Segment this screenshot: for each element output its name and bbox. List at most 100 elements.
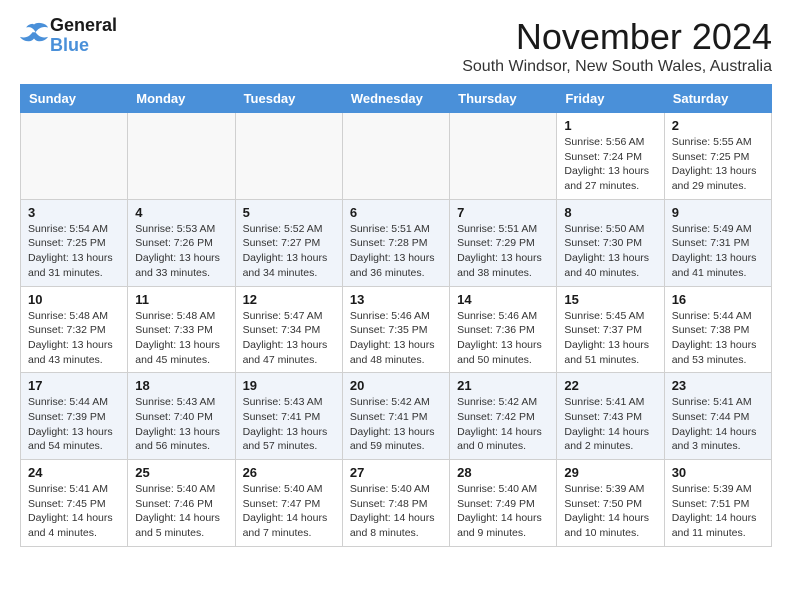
day-number: 12 xyxy=(243,292,335,307)
calendar-cell: 6 Sunrise: 5:51 AM Sunset: 7:28 PM Daylig… xyxy=(342,199,449,286)
day-info: Sunrise: 5:43 AM Sunset: 7:41 PM Dayligh… xyxy=(243,395,335,454)
month-title: November 2024 xyxy=(462,16,772,58)
calendar-cell: 3 Sunrise: 5:54 AM Sunset: 7:25 PM Daylig… xyxy=(21,199,128,286)
calendar-week-1: 1Sunrise: 5:56 AM Sunset: 7:24 PM Daylig… xyxy=(21,113,772,200)
calendar-cell: 19 Sunrise: 5:43 AM Sunset: 7:41 PM Dayli… xyxy=(235,373,342,460)
calendar-cell xyxy=(342,113,449,200)
weekday-header-monday: Monday xyxy=(128,85,235,113)
calendar-cell: 15 Sunrise: 5:45 AM Sunset: 7:37 PM Dayli… xyxy=(557,286,664,373)
day-info: Sunrise: 5:45 AM Sunset: 7:37 PM Dayligh… xyxy=(564,309,656,368)
day-info: Sunrise: 5:47 AM Sunset: 7:34 PM Dayligh… xyxy=(243,309,335,368)
day-info: Sunrise: 5:44 AM Sunset: 7:39 PM Dayligh… xyxy=(28,395,120,454)
calendar-cell: 5 Sunrise: 5:52 AM Sunset: 7:27 PM Daylig… xyxy=(235,199,342,286)
weekday-header-sunday: Sunday xyxy=(21,85,128,113)
day-number: 11 xyxy=(135,292,227,307)
calendar-week-4: 17Sunrise: 5:44 AM Sunset: 7:39 PM Dayli… xyxy=(21,373,772,460)
day-number: 19 xyxy=(243,378,335,393)
calendar-week-5: 24Sunrise: 5:41 AM Sunset: 7:45 PM Dayli… xyxy=(21,460,772,547)
calendar-cell xyxy=(450,113,557,200)
day-info: Sunrise: 5:51 AM Sunset: 7:29 PM Dayligh… xyxy=(457,222,549,281)
calendar-cell: 7 Sunrise: 5:51 AM Sunset: 7:29 PM Daylig… xyxy=(450,199,557,286)
calendar-cell: 28 Sunrise: 5:40 AM Sunset: 7:49 PM Dayli… xyxy=(450,460,557,547)
logo-blue: Blue xyxy=(50,36,117,56)
calendar-cell: 14 Sunrise: 5:46 AM Sunset: 7:36 PM Dayli… xyxy=(450,286,557,373)
day-number: 22 xyxy=(564,378,656,393)
day-number: 18 xyxy=(135,378,227,393)
day-number: 14 xyxy=(457,292,549,307)
day-number: 4 xyxy=(135,205,227,220)
day-number: 5 xyxy=(243,205,335,220)
day-number: 6 xyxy=(350,205,442,220)
calendar-week-3: 10 Sunrise: 5:48 AM Sunset: 7:32 PM Dayli… xyxy=(21,286,772,373)
calendar-cell xyxy=(128,113,235,200)
day-info: Sunrise: 5:41 AM Sunset: 7:44 PM Dayligh… xyxy=(672,395,764,454)
day-number: 7 xyxy=(457,205,549,220)
weekday-header-friday: Friday xyxy=(557,85,664,113)
calendar-cell xyxy=(235,113,342,200)
day-info: Sunrise: 5:46 AM Sunset: 7:36 PM Dayligh… xyxy=(457,309,549,368)
day-info: Sunrise: 5:50 AM Sunset: 7:30 PM Dayligh… xyxy=(564,222,656,281)
calendar-cell: 4Sunrise: 5:53 AM Sunset: 7:26 PM Daylig… xyxy=(128,199,235,286)
calendar-cell: 30Sunrise: 5:39 AM Sunset: 7:51 PM Dayli… xyxy=(664,460,771,547)
day-info: Sunrise: 5:49 AM Sunset: 7:31 PM Dayligh… xyxy=(672,222,764,281)
calendar-cell: 2Sunrise: 5:55 AM Sunset: 7:25 PM Daylig… xyxy=(664,113,771,200)
day-number: 10 xyxy=(28,292,120,307)
calendar-cell: 24Sunrise: 5:41 AM Sunset: 7:45 PM Dayli… xyxy=(21,460,128,547)
day-info: Sunrise: 5:46 AM Sunset: 7:35 PM Dayligh… xyxy=(350,309,442,368)
day-info: Sunrise: 5:39 AM Sunset: 7:50 PM Dayligh… xyxy=(564,482,656,541)
calendar-cell: 20Sunrise: 5:42 AM Sunset: 7:41 PM Dayli… xyxy=(342,373,449,460)
day-info: Sunrise: 5:52 AM Sunset: 7:27 PM Dayligh… xyxy=(243,222,335,281)
weekday-header-saturday: Saturday xyxy=(664,85,771,113)
day-number: 27 xyxy=(350,465,442,480)
day-number: 30 xyxy=(672,465,764,480)
day-number: 16 xyxy=(672,292,764,307)
calendar-cell: 9 Sunrise: 5:49 AM Sunset: 7:31 PM Daylig… xyxy=(664,199,771,286)
day-info: Sunrise: 5:41 AM Sunset: 7:43 PM Dayligh… xyxy=(564,395,656,454)
day-number: 26 xyxy=(243,465,335,480)
day-number: 23 xyxy=(672,378,764,393)
day-number: 3 xyxy=(28,205,120,220)
day-number: 20 xyxy=(350,378,442,393)
day-number: 1 xyxy=(564,118,656,133)
day-number: 8 xyxy=(564,205,656,220)
day-info: Sunrise: 5:43 AM Sunset: 7:40 PM Dayligh… xyxy=(135,395,227,454)
title-block: November 2024 South Windsor, New South W… xyxy=(462,16,772,76)
page-header: General Blue November 2024 South Windsor… xyxy=(20,16,772,76)
calendar-cell: 1Sunrise: 5:56 AM Sunset: 7:24 PM Daylig… xyxy=(557,113,664,200)
day-number: 15 xyxy=(564,292,656,307)
day-info: Sunrise: 5:51 AM Sunset: 7:28 PM Dayligh… xyxy=(350,222,442,281)
logo-general: General xyxy=(50,16,117,36)
day-info: Sunrise: 5:44 AM Sunset: 7:38 PM Dayligh… xyxy=(672,309,764,368)
calendar-week-2: 3 Sunrise: 5:54 AM Sunset: 7:25 PM Daylig… xyxy=(21,199,772,286)
day-info: Sunrise: 5:48 AM Sunset: 7:32 PM Dayligh… xyxy=(28,309,120,368)
logo-bird-icon xyxy=(20,21,48,45)
day-number: 24 xyxy=(28,465,120,480)
calendar-cell: 16 Sunrise: 5:44 AM Sunset: 7:38 PM Dayli… xyxy=(664,286,771,373)
day-number: 9 xyxy=(672,205,764,220)
calendar-cell: 17Sunrise: 5:44 AM Sunset: 7:39 PM Dayli… xyxy=(21,373,128,460)
day-info: Sunrise: 5:40 AM Sunset: 7:47 PM Dayligh… xyxy=(243,482,335,541)
calendar-table: SundayMondayTuesdayWednesdayThursdayFrid… xyxy=(20,84,772,547)
calendar-cell: 27Sunrise: 5:40 AM Sunset: 7:48 PM Dayli… xyxy=(342,460,449,547)
day-info: Sunrise: 5:54 AM Sunset: 7:25 PM Dayligh… xyxy=(28,222,120,281)
logo: General Blue xyxy=(20,16,117,56)
calendar-cell: 13 Sunrise: 5:46 AM Sunset: 7:35 PM Dayli… xyxy=(342,286,449,373)
calendar-cell: 8 Sunrise: 5:50 AM Sunset: 7:30 PM Daylig… xyxy=(557,199,664,286)
calendar-cell: 23 Sunrise: 5:41 AM Sunset: 7:44 PM Dayli… xyxy=(664,373,771,460)
calendar-cell: 12 Sunrise: 5:47 AM Sunset: 7:34 PM Dayli… xyxy=(235,286,342,373)
day-number: 13 xyxy=(350,292,442,307)
weekday-header-thursday: Thursday xyxy=(450,85,557,113)
day-info: Sunrise: 5:40 AM Sunset: 7:46 PM Dayligh… xyxy=(135,482,227,541)
calendar-cell: 22 Sunrise: 5:41 AM Sunset: 7:43 PM Dayli… xyxy=(557,373,664,460)
day-number: 28 xyxy=(457,465,549,480)
calendar-cell: 29 Sunrise: 5:39 AM Sunset: 7:50 PM Dayli… xyxy=(557,460,664,547)
day-number: 29 xyxy=(564,465,656,480)
day-number: 21 xyxy=(457,378,549,393)
calendar-cell xyxy=(21,113,128,200)
calendar-cell: 25Sunrise: 5:40 AM Sunset: 7:46 PM Dayli… xyxy=(128,460,235,547)
weekday-header-wednesday: Wednesday xyxy=(342,85,449,113)
day-info: Sunrise: 5:42 AM Sunset: 7:42 PM Dayligh… xyxy=(457,395,549,454)
day-number: 2 xyxy=(672,118,764,133)
day-info: Sunrise: 5:40 AM Sunset: 7:49 PM Dayligh… xyxy=(457,482,549,541)
calendar-cell: 26 Sunrise: 5:40 AM Sunset: 7:47 PM Dayli… xyxy=(235,460,342,547)
